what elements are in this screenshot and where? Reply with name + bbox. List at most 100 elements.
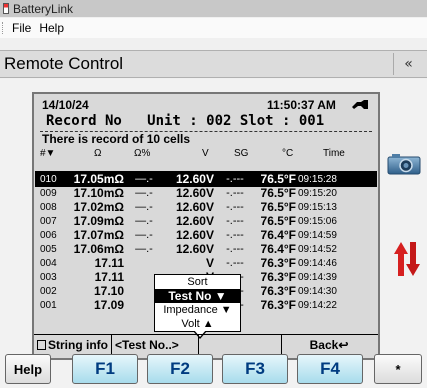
table-row[interactable]: 010 17.05mΩ —.- 12.60V -.--- 76.5°F 09:15:28 xyxy=(35,171,377,187)
lcd-column-headers: #▼ Ω Ω% V SG °C Time xyxy=(36,148,376,161)
cell-time: 09:14:59 xyxy=(298,229,337,241)
cell-sg: -.--- xyxy=(226,215,244,227)
header-sg: SG xyxy=(234,148,249,159)
device-area: 14/10/24 11:50:37 AM Record No Unit : 00… xyxy=(0,79,427,388)
panel-title: Remote Control xyxy=(4,54,124,73)
cell-time: 09:15:20 xyxy=(298,187,337,199)
cell-time: 09:14:39 xyxy=(298,271,337,283)
cell-number: 001 xyxy=(40,299,57,311)
cell-impedance: 17.10 xyxy=(93,284,124,298)
function-button-bar: Help F1 F2 F3 F4 * xyxy=(0,351,427,385)
cell-impedance-pct: —.- xyxy=(135,201,153,213)
table-row[interactable]: 005 17.06mΩ —.- 12.60V -.--- 76.4°F 09:14:52 xyxy=(36,242,376,256)
cell-time: 09:15:28 xyxy=(296,172,376,186)
cell-impedance-pct: —.- xyxy=(135,229,153,241)
cell-voltage: 12.60V xyxy=(175,200,214,214)
cell-number: 003 xyxy=(40,271,57,283)
table-row[interactable]: 009 17.10mΩ —.- 12.60V -.--- 76.5°F 09:15:20 xyxy=(36,186,376,200)
test-no-label: <Test No..> xyxy=(115,338,179,352)
cell-impedance-pct xyxy=(124,256,164,270)
cell-temperature: 76.3°F xyxy=(260,298,296,312)
cell-number: 007 xyxy=(40,215,57,227)
cell-time: 09:15:13 xyxy=(298,201,337,213)
menu-file[interactable]: File xyxy=(8,21,35,35)
cell-impedance: 17.05mΩ xyxy=(66,172,124,186)
f1-button[interactable]: F1 xyxy=(72,354,138,384)
cell-voltage: 12.60V xyxy=(175,214,214,228)
collapse-panel-button[interactable]: « xyxy=(393,53,423,75)
sort-option-test-no[interactable]: Test No ▼ xyxy=(155,289,240,303)
cell-number: 002 xyxy=(40,285,57,297)
sort-option-volt[interactable]: Volt ▲ xyxy=(155,317,240,331)
cell-temperature: 76.5°F xyxy=(260,200,296,214)
sort-popup-title: Sort xyxy=(187,276,208,288)
header-time: Time xyxy=(323,148,345,159)
string-info-label: String info xyxy=(48,338,108,352)
header-pct: Ω% xyxy=(134,148,151,159)
table-row[interactable]: 006 17.07mΩ —.- 12.60V -.--- 76.4°F 09:14:59 xyxy=(36,228,376,242)
header-no[interactable]: #▼ xyxy=(40,148,55,159)
cell-temperature: 76.3°F xyxy=(260,270,296,284)
cell-impedance: 17.02mΩ xyxy=(73,200,124,214)
cell-time: 09:14:22 xyxy=(298,299,337,311)
cell-voltage: V xyxy=(205,256,214,270)
cell-impedance: 17.09mΩ xyxy=(73,214,124,228)
cell-temperature: 76.5°F xyxy=(256,172,296,186)
cell-sg: -.--- xyxy=(226,201,244,213)
cell-voltage: 12.60V xyxy=(175,242,214,256)
table-row[interactable]: 004 17.11 V -.--- 76.3°F 09:14:46 xyxy=(36,256,376,270)
cell-voltage: 12.60V xyxy=(164,172,214,186)
sort-option-impedance[interactable]: Impedance ▼ xyxy=(155,303,240,317)
battery-app-icon xyxy=(3,3,9,14)
header-volt: V xyxy=(202,148,209,159)
up-down-arrows-icon[interactable] xyxy=(394,242,420,276)
cell-sg: -.--- xyxy=(214,172,256,186)
cell-impedance: 17.09 xyxy=(93,298,124,312)
lcd-date: 14/10/24 xyxy=(42,98,89,112)
cell-impedance: 17.11 xyxy=(94,256,124,270)
cell-number: 009 xyxy=(40,187,57,199)
string-info-checkbox[interactable] xyxy=(37,340,46,350)
header-temp: °C xyxy=(282,148,294,159)
f4-button[interactable]: F4 xyxy=(297,354,363,384)
cell-impedance-pct: —.- xyxy=(135,215,153,227)
cell-sg: -.--- xyxy=(226,243,244,255)
table-row[interactable]: 007 17.09mΩ —.- 12.60V -.--- 76.5°F 09:15:06 xyxy=(36,214,376,228)
cell-number: 010 xyxy=(36,172,66,186)
cell-temperature: 76.4°F xyxy=(260,228,296,242)
star-button[interactable]: * xyxy=(374,354,422,384)
cell-time: 09:14:30 xyxy=(298,285,337,297)
cell-impedance-pct: —.- xyxy=(135,243,153,255)
panel-header: Remote Control « xyxy=(0,50,427,78)
lcd-time: 11:50:37 AM xyxy=(267,98,336,112)
cell-voltage: 12.60V xyxy=(175,228,214,242)
cell-impedance: 17.06mΩ xyxy=(73,242,124,256)
cell-number: 005 xyxy=(40,243,57,255)
f2-button[interactable]: F2 xyxy=(147,354,213,384)
cell-temperature: 76.4°F xyxy=(260,242,296,256)
window-title: BatteryLink xyxy=(13,1,74,16)
cell-temperature: 76.3°F xyxy=(260,256,296,270)
sort-popup: Sort Test No ▼ Impedance ▼ Volt ▲ xyxy=(154,274,241,339)
cell-temperature: 76.5°F xyxy=(260,214,296,228)
cell-time: 09:14:46 xyxy=(298,257,337,269)
cell-sg: -.--- xyxy=(226,229,244,241)
cell-impedance: 17.11 xyxy=(94,270,124,284)
cell-voltage: 12.60V xyxy=(175,186,214,200)
menu-help[interactable]: Help xyxy=(35,21,68,35)
help-button[interactable]: Help xyxy=(5,354,51,384)
window-titlebar: BatteryLink xyxy=(0,0,427,17)
header-ohm: Ω xyxy=(94,148,102,159)
f3-button[interactable]: F3 xyxy=(222,354,288,384)
plug-icon xyxy=(352,100,368,109)
menubar: File Help xyxy=(0,18,427,38)
lcd-record-line: Record No Unit : 002 Slot : 001 xyxy=(46,113,325,129)
camera-icon[interactable] xyxy=(387,153,421,175)
back-label: Back↩ xyxy=(309,338,349,352)
cell-number: 004 xyxy=(40,257,57,269)
cell-impedance: 17.10mΩ xyxy=(73,186,124,200)
table-row[interactable]: 008 17.02mΩ —.- 12.60V -.--- 76.5°F 09:15:13 xyxy=(36,200,376,214)
cell-number: 008 xyxy=(40,201,57,213)
menu-grip xyxy=(2,22,5,34)
lcd-screen: 14/10/24 11:50:37 AM Record No Unit : 00… xyxy=(32,92,380,360)
